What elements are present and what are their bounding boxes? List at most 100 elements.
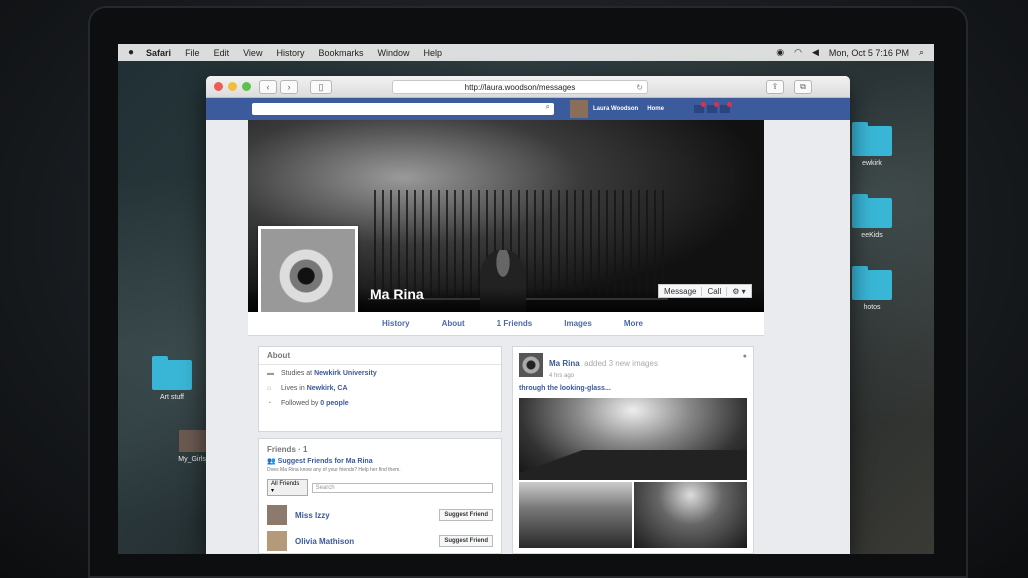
post-image-main[interactable] <box>519 398 747 480</box>
suggest-friends-link[interactable]: Suggest Friends for <box>278 458 344 465</box>
safari-window: ‹ › ▯ http://laura.woodson/messages ↻ ⇪ … <box>206 76 850 554</box>
menu-clock[interactable]: Mon, Oct 5 7:16 PM <box>829 48 909 58</box>
suggest-friend-button[interactable]: Suggest Friend <box>439 535 493 547</box>
folder-icon <box>852 194 892 228</box>
post-author-link[interactable]: Ma Rina <box>549 359 580 368</box>
zoom-window-button[interactable] <box>242 82 251 91</box>
sidebar-toggle-icon[interactable]: ▯ <box>310 79 332 94</box>
desktop-folder-photos[interactable]: hotos <box>850 266 894 311</box>
menu-edit[interactable]: Edit <box>214 48 230 58</box>
suggest-friend-button[interactable]: Suggest Friend <box>439 509 493 521</box>
profile-column: Ma Rina Message Call ⚙ ▾ History About 1… <box>248 120 764 554</box>
settings-dropdown-button[interactable]: ⚙ ▾ <box>727 287 750 296</box>
wifi-icon[interactable]: ◠ <box>794 47 802 58</box>
desktop-folder-newkirk[interactable]: ewkirk <box>850 122 894 167</box>
notifications-icon[interactable] <box>719 102 732 113</box>
image-thumbnail-icon <box>179 430 209 452</box>
friend-name-link[interactable]: Miss Izzy <box>295 511 439 520</box>
friend-requests-icon[interactable] <box>693 102 706 113</box>
menu-status-area: ◉ ◠ ◀ Mon, Oct 5 7:16 PM ⌕ <box>776 47 934 58</box>
friends-filter-row: All Friends ▾ Search <box>259 473 501 502</box>
friend-avatar[interactable] <box>267 531 287 551</box>
tab-more[interactable]: More <box>624 319 643 328</box>
about-row-followers: ◔ Followed by 0 people <box>259 395 501 410</box>
about-row-prefix: Lives in <box>281 385 307 392</box>
city-link[interactable]: Newkirk, CA <box>307 385 348 392</box>
profile-tabs: History About 1 Friends Images More <box>248 312 764 336</box>
search-icon[interactable]: ⌕ <box>546 102 550 112</box>
menu-file[interactable]: File <box>185 48 200 58</box>
post-header: Ma Rina added 3 new images 4 hrs ago ● <box>513 347 753 381</box>
friend-row: Olivia Mathison Suggest Friend <box>259 528 501 554</box>
post-image-left[interactable] <box>519 482 632 548</box>
friend-avatar[interactable] <box>267 505 287 525</box>
post-meta: Ma Rina added 3 new images 4 hrs ago <box>549 353 658 379</box>
reload-icon[interactable]: ↻ <box>636 81 643 94</box>
call-button[interactable]: Call <box>702 286 728 296</box>
followers-link[interactable]: 0 people <box>320 400 348 407</box>
message-button[interactable]: Message <box>659 286 703 296</box>
tab-history[interactable]: History <box>382 319 410 328</box>
minimize-window-button[interactable] <box>228 82 237 91</box>
messages-icon[interactable] <box>706 102 719 113</box>
post-author-avatar[interactable] <box>519 353 543 377</box>
menu-view[interactable]: View <box>243 48 262 58</box>
menu-app-name[interactable]: Safari <box>146 48 171 58</box>
tab-images[interactable]: Images <box>564 319 592 328</box>
user-avatar[interactable] <box>570 100 588 118</box>
rss-icon: ◔ <box>267 400 272 407</box>
folder-label: ewkirk <box>862 160 882 167</box>
post-options-icon[interactable]: ● <box>743 353 747 360</box>
spotlight-icon[interactable]: ⌕ <box>919 47 924 58</box>
post-caption: through the looking-glass... <box>519 385 611 392</box>
desktop-folder-seekids[interactable]: eeKids <box>850 194 894 239</box>
friends-search-input[interactable]: Search <box>311 482 493 493</box>
folder-label: Art stuff <box>160 394 184 401</box>
folder-icon <box>152 356 192 390</box>
friends-filter-select[interactable]: All Friends ▾ <box>267 479 308 496</box>
folder-icon <box>852 122 892 156</box>
menu-window[interactable]: Window <box>377 48 409 58</box>
post-image-right[interactable] <box>634 482 747 548</box>
about-row-lives: ⌂ Lives in Newkirk, CA <box>259 380 501 395</box>
friends-card: Friends · 1 👥 Suggest Friends for Ma Rin… <box>258 438 502 554</box>
friends-header[interactable]: Friends · 1 <box>259 439 501 456</box>
apple-icon[interactable]: ● <box>128 47 134 58</box>
notification-icons <box>693 102 733 113</box>
tabs-overview-icon[interactable]: ⧉ <box>794 79 812 94</box>
about-row-prefix: Followed by <box>281 400 321 407</box>
url-text: http://laura.woodson/messages <box>464 82 576 92</box>
cover-actions: Message Call ⚙ ▾ <box>658 284 752 298</box>
laptop-screen: ● Safari File Edit View History Bookmark… <box>118 44 934 554</box>
site-search-input[interactable]: ⌕ <box>252 102 554 115</box>
user-name[interactable]: Laura Woodson <box>593 106 638 112</box>
home-icon: ⌂ <box>267 385 272 392</box>
tab-friends[interactable]: 1 Friends <box>497 319 533 328</box>
home-link[interactable]: Home <box>647 106 664 112</box>
profile-picture[interactable] <box>258 226 358 326</box>
forward-button[interactable]: › <box>280 79 298 94</box>
about-header: About <box>259 347 501 365</box>
desktop-folder-art-stuff[interactable]: Art stuff <box>150 356 194 401</box>
post-action-text: added 3 new images <box>584 359 658 368</box>
post-image-row <box>519 482 747 548</box>
back-button[interactable]: ‹ <box>259 79 277 94</box>
address-bar[interactable]: http://laura.woodson/messages ↻ <box>392 79 648 94</box>
menu-help[interactable]: Help <box>424 48 443 58</box>
about-row-prefix: Studies at <box>281 370 315 377</box>
close-window-button[interactable] <box>214 82 223 91</box>
suggest-name-link[interactable]: Ma Rina <box>346 458 373 465</box>
current-user[interactable]: Laura Woodson Home <box>570 100 664 118</box>
post-timestamp[interactable]: 4 hrs ago <box>549 373 658 379</box>
volume-icon[interactable]: ◀ <box>812 47 819 58</box>
menu-bookmarks[interactable]: Bookmarks <box>318 48 363 58</box>
folder-label: hotos <box>863 304 881 311</box>
university-link[interactable]: Newkirk University <box>314 370 377 377</box>
friend-name-link[interactable]: Olivia Mathison <box>295 537 439 546</box>
share-icon[interactable]: ⇪ <box>766 79 784 94</box>
status-icon[interactable]: ◉ <box>776 47 784 58</box>
tab-about[interactable]: About <box>442 319 465 328</box>
menu-history[interactable]: History <box>276 48 304 58</box>
about-card: About ▬ Studies at Newkirk University ⌂ … <box>258 346 502 432</box>
suggest-friends: 👥 Suggest Friends for Ma Rina Does Ma Ri… <box>259 456 501 473</box>
